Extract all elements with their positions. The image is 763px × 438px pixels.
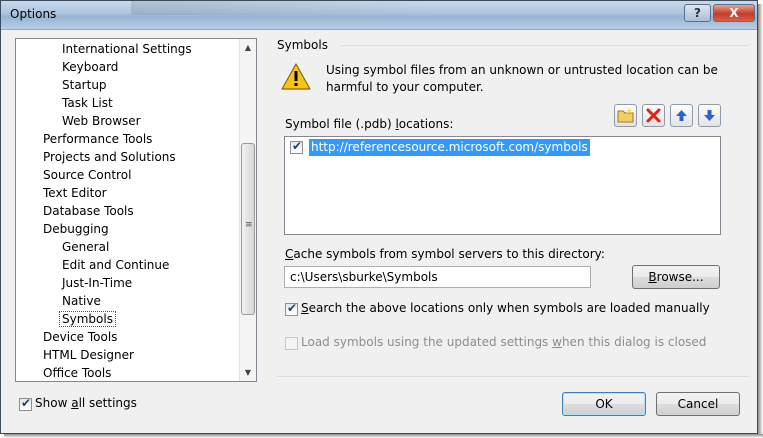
delete-location-button[interactable] (642, 104, 665, 127)
tree-item-label: HTML Designer (43, 348, 134, 362)
load-updated-label: Load symbols using the updated settings … (301, 335, 707, 349)
title-bar: Options ? X (1, 1, 757, 30)
tree-item-label: Just-In-Time (62, 276, 133, 290)
group-divider (341, 45, 749, 46)
cache-directory-input[interactable]: c:\Users\sburke\Symbols (284, 266, 591, 288)
tree-item-label: Device Tools (43, 330, 118, 344)
search-manual-checkbox[interactable]: ✔ (285, 301, 298, 316)
load-updated-checkbox[interactable] (285, 337, 298, 350)
warning-text: Using symbol files from an unknown or un… (326, 63, 718, 94)
tree-item[interactable]: Projects and Solutions (43, 148, 176, 166)
cache-label: Cache symbols from symbol servers to thi… (285, 247, 605, 261)
window-shadow-right (758, 4, 763, 438)
window-shadow-bottom (4, 434, 763, 438)
tree-item-label: Task List (62, 96, 113, 110)
new-folder-button[interactable] (614, 104, 637, 127)
footer-divider (277, 376, 749, 377)
tree-item[interactable]: Symbols (59, 310, 116, 328)
warning-icon (281, 63, 311, 90)
tree-item-label: Source Control (43, 168, 132, 182)
tree-item-label: General (62, 240, 110, 254)
options-dialog: Options ? X International Settings Keyboa… (0, 0, 758, 434)
folder-icon (617, 108, 634, 123)
browse-button[interactable]: Browse... (632, 265, 720, 289)
tree-item[interactable]: Performance Tools (43, 130, 152, 148)
tree-item[interactable]: Startup (62, 76, 107, 94)
tree-item-label: Native (62, 294, 101, 308)
scrollbar-thumb[interactable]: ≡ (241, 143, 255, 315)
tree-item[interactable]: Office Tools (43, 364, 112, 381)
tree-item-label: Text Editor (43, 186, 107, 200)
search-manual-label[interactable]: Search the above locations only when sym… (301, 301, 710, 315)
move-up-button[interactable] (670, 104, 693, 127)
tree-item-label: Web Browser (62, 114, 141, 128)
scroll-down-arrow-icon[interactable]: ▼ (240, 364, 256, 381)
scroll-up-arrow-icon[interactable]: ▲ (240, 39, 256, 56)
tree-item[interactable]: International Settings (62, 40, 192, 58)
tree-item[interactable]: Device Tools (43, 328, 117, 346)
tree-item[interactable]: Task List (62, 94, 113, 112)
locations-label: Symbol file (.pdb) locations: (285, 117, 454, 131)
move-up-icon (676, 110, 687, 121)
group-title: Symbols (277, 38, 328, 52)
tree-item-label: Debugging (43, 222, 109, 236)
tree-item[interactable]: Web Browser (62, 112, 141, 130)
tree-item[interactable]: Source Control (43, 166, 131, 184)
delete-icon (646, 108, 661, 123)
grip-icon: ≡ (245, 220, 253, 230)
options-tree[interactable]: International Settings Keyboard Startup Tas… (15, 38, 257, 382)
tree-item-label: Startup (62, 78, 107, 92)
tree-item-label: International Settings (62, 42, 192, 56)
move-down-icon (704, 110, 715, 121)
tree-item[interactable]: Just-In-Time (62, 274, 132, 292)
tree-item-label: Performance Tools (43, 132, 153, 146)
title-bar-background-glimpse (131, 1, 431, 15)
ok-button[interactable]: OK (562, 392, 646, 416)
location-url[interactable]: http://referencesource.microsoft.com/sym… (309, 139, 590, 156)
window-title: Options (10, 7, 57, 21)
close-button[interactable]: X (713, 4, 755, 22)
tree-item[interactable]: Keyboard (62, 58, 118, 76)
tree-item-label: Office Tools (43, 366, 112, 380)
tree-item[interactable]: Database Tools (43, 202, 134, 220)
help-button[interactable]: ? (684, 4, 711, 22)
tree-item-label: Keyboard (62, 60, 119, 74)
tree-item[interactable]: Edit and Continue (62, 256, 169, 274)
symbol-locations-list[interactable]: ✔ http://referencesource.microsoft.com/s… (284, 136, 721, 235)
tree-item-label: Edit and Continue (62, 258, 170, 272)
tree-item[interactable]: HTML Designer (43, 346, 134, 364)
tree-scrollbar[interactable]: ▲ ≡ ▼ (239, 39, 256, 381)
tree-item-label: Projects and Solutions (43, 150, 176, 164)
move-down-button[interactable] (698, 104, 721, 127)
location-checkbox[interactable]: ✔ (290, 139, 303, 154)
tree-item[interactable]: Native (62, 292, 101, 310)
tree-item[interactable]: Text Editor (43, 184, 107, 202)
show-all-settings-label[interactable]: Show all settings (35, 396, 137, 410)
tree-item-label: Database Tools (43, 204, 134, 218)
tree-item-label: Symbols (59, 311, 116, 327)
cancel-button[interactable]: Cancel (656, 392, 740, 416)
show-all-settings-checkbox[interactable]: ✔ (19, 396, 32, 411)
tree-item[interactable]: General (62, 238, 109, 256)
tree-item[interactable]: Debugging (43, 220, 109, 238)
